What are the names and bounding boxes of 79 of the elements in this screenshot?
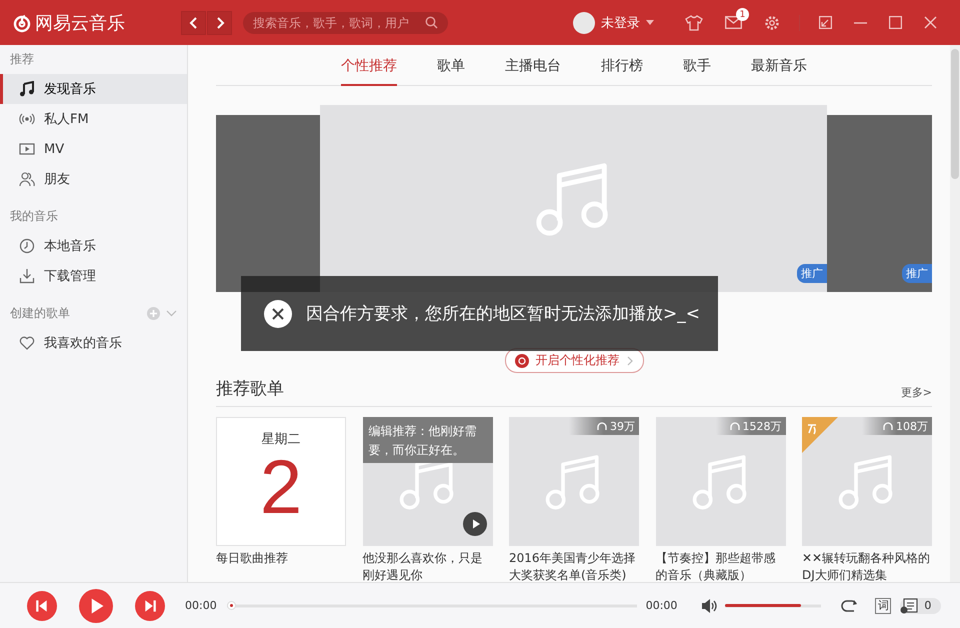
disc-icon <box>514 354 528 368</box>
logo-icon <box>12 12 32 32</box>
play-count: 1528万 <box>716 417 786 435</box>
chevron-right-icon <box>214 16 224 28</box>
playlist-title[interactable]: 每日歌曲推荐 <box>216 550 346 567</box>
radio-icon <box>19 111 35 127</box>
friends-icon <box>19 171 35 187</box>
play-count: 108万 <box>862 417 932 435</box>
duration-time: 00:00 <box>646 599 678 612</box>
music-note-icon <box>19 81 35 97</box>
playlist-cover[interactable]: 39万 <box>509 417 639 546</box>
play-icon[interactable] <box>79 588 113 622</box>
weekday-label: 星期二 <box>262 431 300 448</box>
download-icon <box>19 268 35 284</box>
tab[interactable]: 最新音乐 <box>751 45 807 86</box>
maximize-icon[interactable] <box>889 16 902 29</box>
search-field[interactable]: 搜索音乐，歌手，歌词，用户 <box>243 12 448 34</box>
ad-badge: 推广 <box>902 264 932 283</box>
section-heading: 推荐 <box>10 51 34 68</box>
playlist-icon <box>900 598 918 614</box>
video-icon <box>19 141 35 157</box>
section-heading: 创建的歌单 <box>10 305 70 322</box>
playlist-title[interactable]: 2016年美国青少年选择大奖获奖名单(音乐类) <box>509 550 639 582</box>
chevron-left-icon <box>188 16 198 28</box>
sidebar-item[interactable]: 下载管理 <box>0 261 187 291</box>
section-heading: 我的音乐 <box>10 208 58 225</box>
chevron-right-icon <box>626 356 632 366</box>
notification-badge: 1 <box>736 8 749 21</box>
headphones-icon <box>883 422 893 430</box>
sidebar-item[interactable]: 发现音乐 <box>0 74 187 104</box>
login-link[interactable]: 未登录 <box>601 14 640 32</box>
shirt-icon[interactable] <box>685 14 703 30</box>
headphones-icon <box>730 422 740 430</box>
headphones-icon <box>597 422 607 430</box>
playlist-cover[interactable]: 1528万 <box>656 417 786 546</box>
forward-button[interactable] <box>207 10 232 34</box>
playlist-title[interactable]: ✕✕辗转玩翻各种风格的DJ大师们精选集 <box>802 550 932 582</box>
sidebar-item[interactable]: 本地音乐 <box>0 231 187 261</box>
more-link[interactable]: 更多> <box>900 385 932 400</box>
avatar-icon[interactable] <box>573 12 595 34</box>
close-icon[interactable] <box>264 300 292 328</box>
playlist-title[interactable]: 【节奏控】那些超带感的音乐（典藏版） <box>656 550 786 582</box>
error-toast: 因合作方要求，您所在的地区暂时无法添加播放>_< <box>241 276 718 351</box>
elapsed-time: 00:00 <box>185 599 217 612</box>
search-icon <box>425 16 438 29</box>
play-icon[interactable] <box>462 512 486 536</box>
tab[interactable]: 歌手 <box>683 45 711 86</box>
previous-icon[interactable] <box>27 590 57 620</box>
tab[interactable]: 主播电台 <box>505 45 561 86</box>
tab[interactable]: 歌单 <box>437 45 465 86</box>
calendar-card[interactable]: 星期二 2 <box>216 417 346 546</box>
mail-icon[interactable] <box>725 16 742 29</box>
section-title: 推荐歌单 <box>216 378 284 400</box>
tab[interactable]: 排行榜 <box>601 45 643 86</box>
sidebar-item[interactable]: 私人FM <box>0 104 187 134</box>
scrollbar-thumb[interactable] <box>951 49 959 179</box>
repeat-icon[interactable] <box>841 598 860 612</box>
clock-icon <box>19 238 35 254</box>
sidebar-item[interactable]: 朋友 <box>0 164 187 194</box>
playlist-cover[interactable]: 编辑推荐：他刚好需要，而你正好在。 <box>362 417 492 546</box>
playlist-cover[interactable]: 108万 <box>802 417 932 546</box>
tab[interactable]: 个性推荐 <box>341 45 397 86</box>
heart-icon <box>19 335 35 351</box>
play-count: 39万 <box>569 417 639 435</box>
playlist-title[interactable]: 他没那么喜欢你，只是刚好遇见你 <box>362 550 492 582</box>
sidebar-item[interactable]: 我喜欢的音乐 <box>0 328 187 358</box>
playlist-button[interactable]: 0 <box>900 598 942 614</box>
caret-icon[interactable] <box>646 20 654 25</box>
lyrics-button[interactable]: 词 <box>875 598 892 614</box>
app-name: 网易云音乐 <box>35 12 125 34</box>
settings-icon[interactable] <box>764 14 780 30</box>
mini-mode-icon[interactable] <box>819 16 832 29</box>
volume-icon[interactable] <box>701 598 718 612</box>
ad-badge: 推广 <box>797 264 827 283</box>
editor-note: 编辑推荐：他刚好需要，而你正好在。 <box>362 417 492 463</box>
sidebar-item[interactable]: MV <box>0 134 187 164</box>
next-icon[interactable] <box>135 590 165 620</box>
day-number: 2 <box>260 450 302 526</box>
back-button[interactable] <box>181 10 206 34</box>
